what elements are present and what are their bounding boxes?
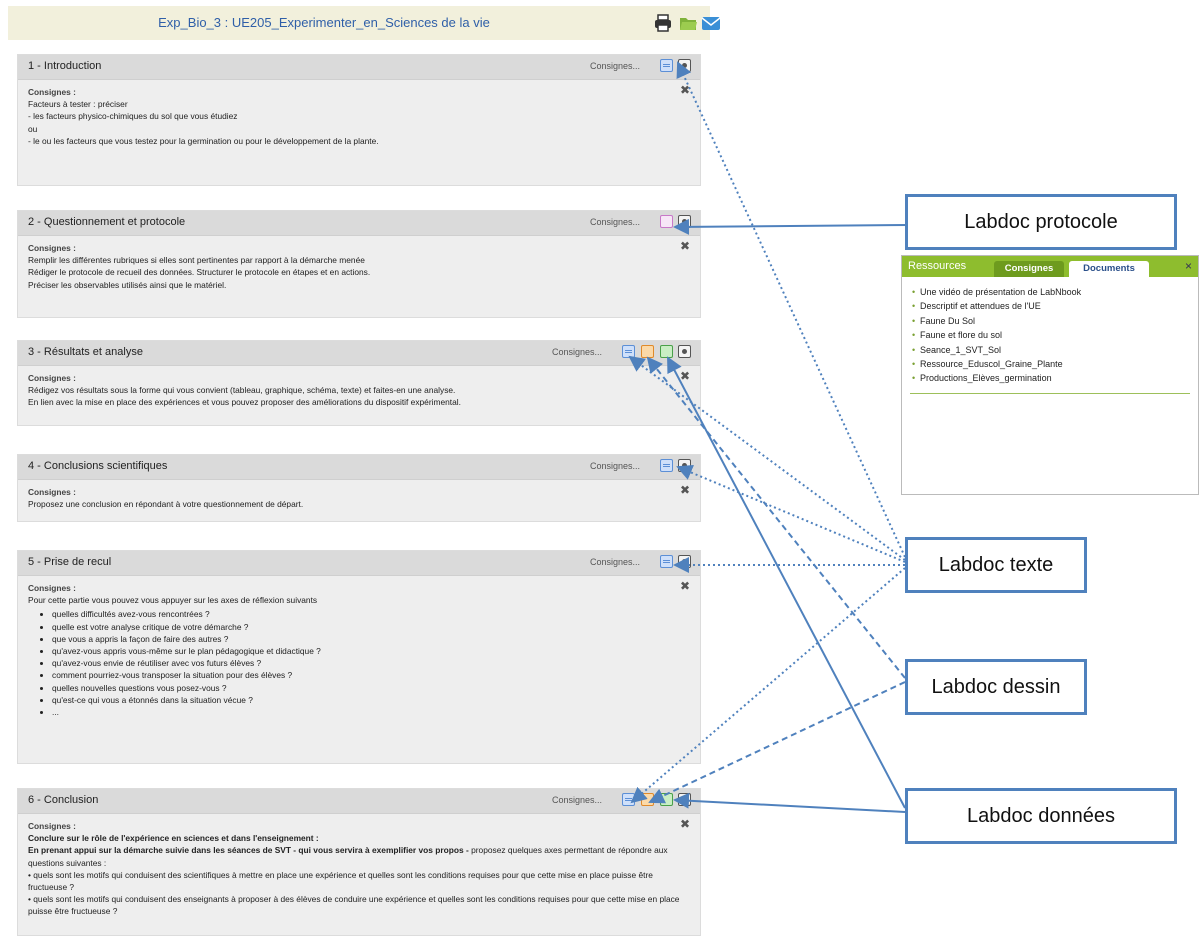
arrows-data bbox=[667, 356, 906, 813]
label-labdoc-drawing: Labdoc dessin bbox=[905, 659, 1087, 715]
arrow-protocol bbox=[673, 218, 909, 235]
label-labdoc-protocol: Labdoc protocole bbox=[905, 194, 1177, 250]
label-labdoc-text: Labdoc texte bbox=[905, 537, 1087, 593]
label-labdoc-data: Labdoc données bbox=[905, 788, 1177, 844]
arrows-text bbox=[628, 61, 906, 804]
